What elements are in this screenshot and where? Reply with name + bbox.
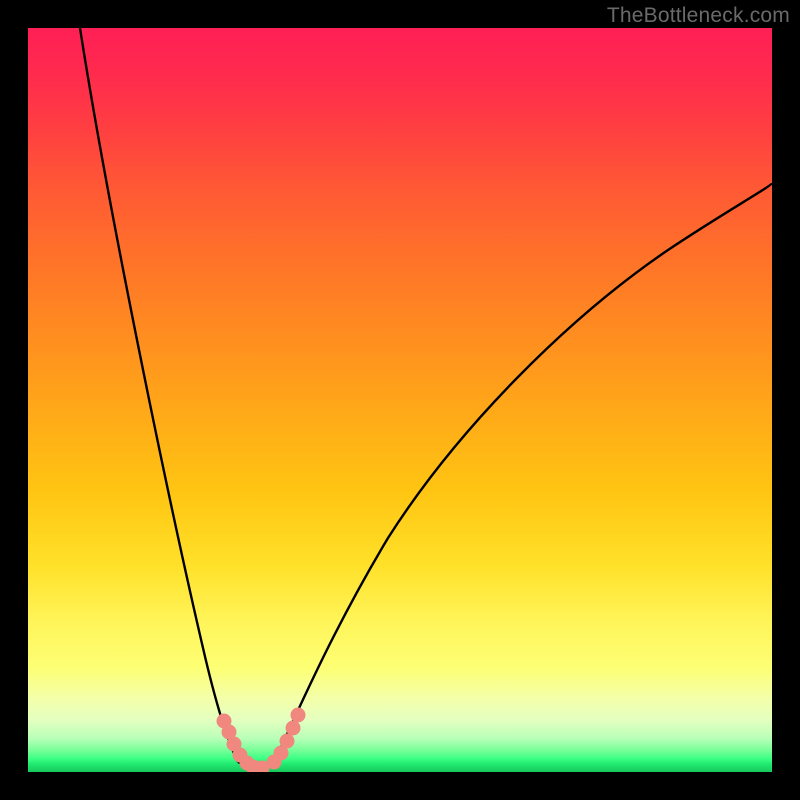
- curve-layer: [28, 28, 772, 772]
- marker-dot: [280, 734, 294, 748]
- curve-right-branch: [274, 183, 772, 762]
- marker-dot: [286, 721, 300, 735]
- marker-dot: [291, 708, 305, 722]
- plot-area: [28, 28, 772, 772]
- marker-group: [217, 708, 305, 772]
- watermark-text: TheBottleneck.com: [607, 4, 790, 28]
- curve-left-branch: [80, 28, 238, 762]
- chart-frame: TheBottleneck.com: [0, 0, 800, 800]
